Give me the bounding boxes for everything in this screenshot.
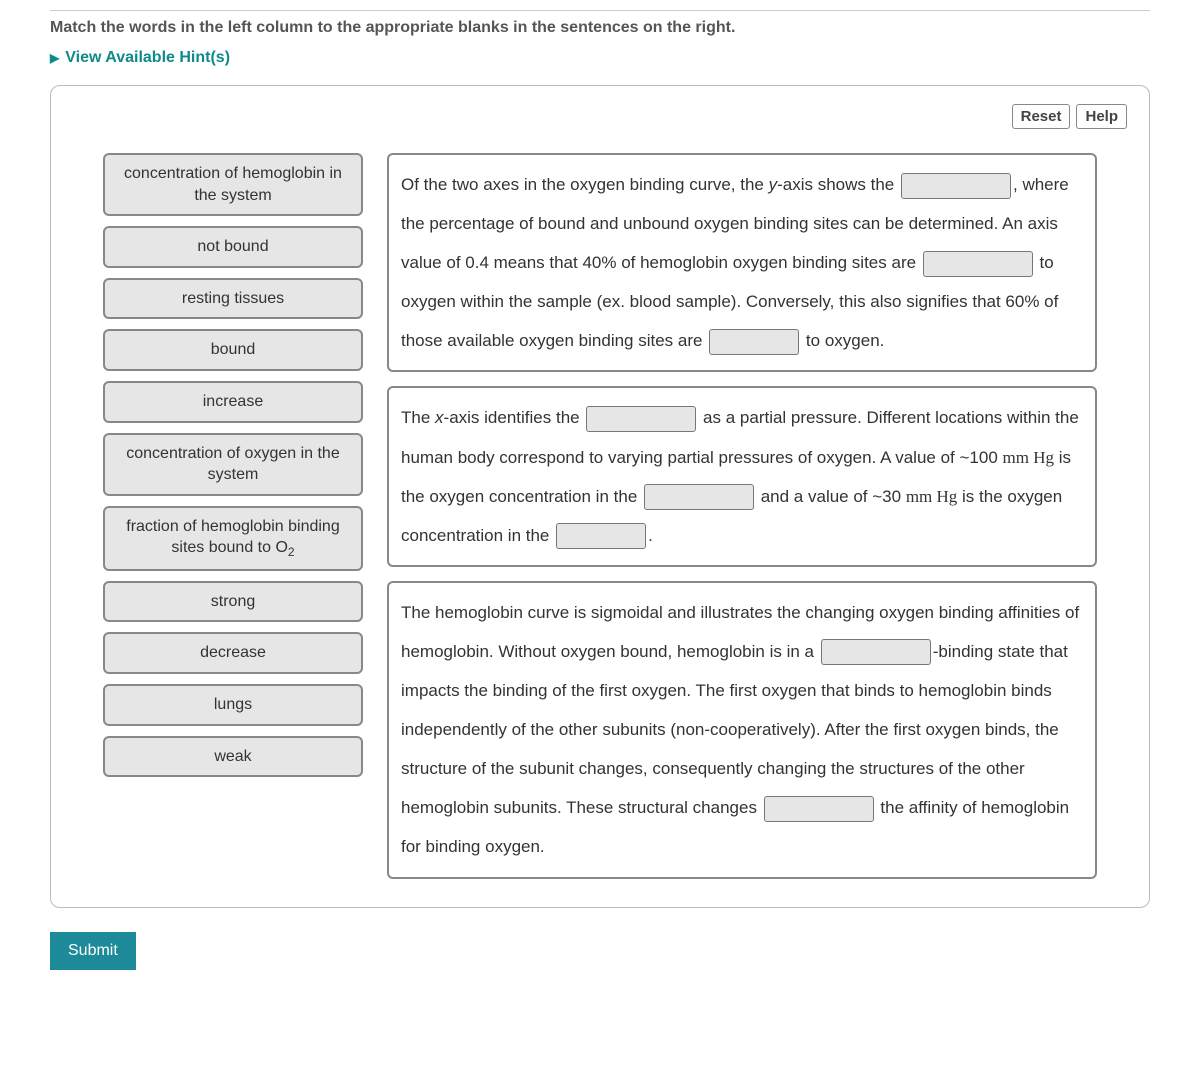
word-tile[interactable]: bound: [103, 329, 363, 371]
word-tile[interactable]: fraction of hemoglobin binding sites bou…: [103, 506, 363, 571]
drop-target[interactable]: [764, 796, 874, 822]
instructions: Match the words in the left column to th…: [50, 19, 1150, 37]
sentence-box-2: The x-axis identifies the as a partial p…: [387, 386, 1097, 566]
sentence-text: .: [648, 526, 653, 545]
caret-right-icon: ▶: [50, 51, 59, 65]
sentence-text: -axis shows the: [777, 175, 899, 194]
sentence-text: to oxygen.: [801, 331, 884, 350]
word-tile[interactable]: weak: [103, 736, 363, 778]
sentence-text: mm Hg: [906, 487, 957, 506]
sentence-text: -axis identifies the: [444, 408, 585, 427]
drop-target[interactable]: [709, 329, 799, 355]
sentence-text: mm Hg: [1003, 448, 1054, 467]
word-tile[interactable]: lungs: [103, 684, 363, 726]
drop-target[interactable]: [901, 173, 1011, 199]
sentence-box-3: The hemoglobin curve is sigmoidal and il…: [387, 581, 1097, 879]
word-tile[interactable]: concentration of oxygen in the system: [103, 433, 363, 496]
sentence-text: Of the two axes in the oxygen binding cu…: [401, 175, 769, 194]
drop-target[interactable]: [556, 523, 646, 549]
word-bank: concentration of hemoglobin in the syste…: [103, 153, 363, 879]
word-tile[interactable]: not bound: [103, 226, 363, 268]
word-tile[interactable]: strong: [103, 581, 363, 623]
sentence-text: x: [435, 408, 444, 427]
submit-button[interactable]: Submit: [50, 932, 136, 970]
drop-target[interactable]: [821, 639, 931, 665]
word-tile[interactable]: increase: [103, 381, 363, 423]
drop-target[interactable]: [586, 406, 696, 432]
sentence-text: y: [769, 175, 778, 194]
view-hints-label: View Available Hint(s): [65, 49, 230, 67]
help-button[interactable]: Help: [1076, 104, 1127, 129]
drop-target[interactable]: [923, 251, 1033, 277]
word-tile[interactable]: resting tissues: [103, 278, 363, 320]
drop-target[interactable]: [644, 484, 754, 510]
view-hints-toggle[interactable]: ▶ View Available Hint(s): [50, 49, 1150, 67]
sentence-text: -binding state that impacts the binding …: [401, 642, 1068, 817]
word-tile[interactable]: concentration of hemoglobin in the syste…: [103, 153, 363, 216]
word-tile[interactable]: decrease: [103, 632, 363, 674]
sentence-text: and a value of ~30: [756, 487, 906, 506]
activity-panel: Reset Help concentration of hemoglobin i…: [50, 85, 1150, 908]
reset-button[interactable]: Reset: [1012, 104, 1071, 129]
sentences-column: Of the two axes in the oxygen binding cu…: [387, 153, 1097, 879]
sentence-box-1: Of the two axes in the oxygen binding cu…: [387, 153, 1097, 372]
sentence-text: The: [401, 408, 435, 427]
